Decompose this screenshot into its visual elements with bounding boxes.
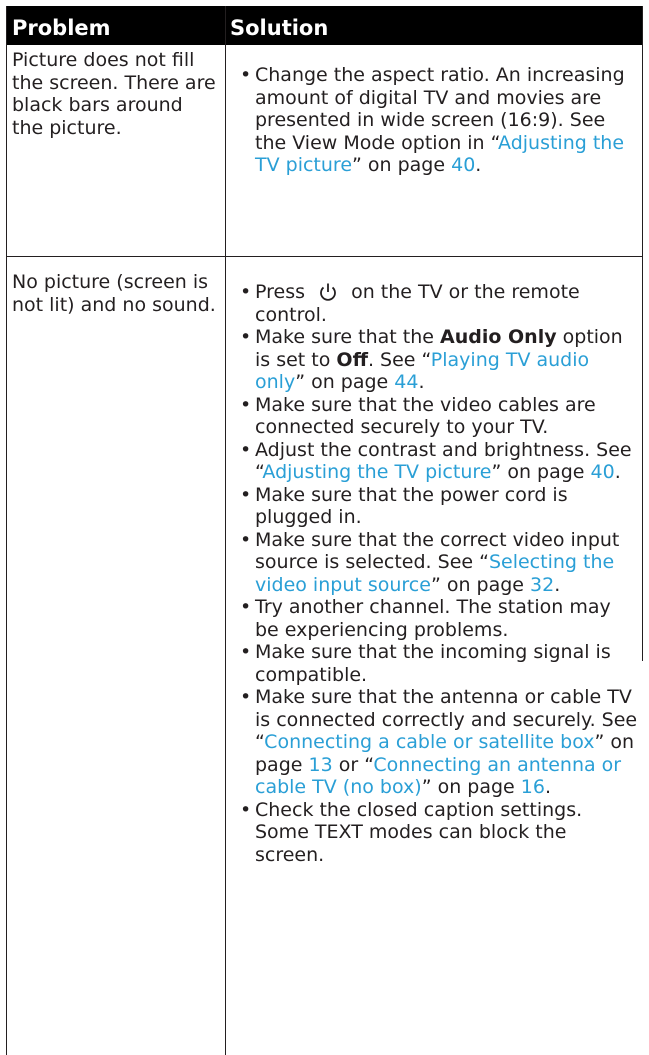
header-problem: Problem [12,16,111,40]
bullet: • [240,686,252,708]
bullet: • [240,393,252,416]
link-adjusting-tv-picture[interactable]: Adjusting the TV picture [262,461,491,483]
bullet: • [240,641,252,663]
bullet: • [240,438,252,461]
list-item: • Adjust the contrast and brightness. Se… [240,438,632,484]
list-item: • Make sure that the correct video input… [240,528,620,596]
problem-cell-1: Picture does not fill the screen. There … [12,49,216,139]
problem-cell-2: No picture (screen is not lit) and no so… [12,271,216,316]
page-link[interactable]: 13 [309,754,333,776]
list-item: • Try another channel. The station may b… [240,596,611,641]
power-icon [317,282,339,302]
list-item: • Make sure that the Audio Only option i… [240,326,623,393]
page-link[interactable]: 32 [530,574,554,596]
bullet: • [240,528,252,551]
page-link[interactable]: 40 [591,461,615,483]
header-solution: Solution [230,16,329,40]
bullet: • [240,798,252,821]
link-connecting-cable-satellite-box[interactable]: Connecting a cable or satellite box [264,731,594,753]
table-border-left [6,6,7,1055]
bullet: • [240,483,252,506]
list-item: • Make sure that the antenna or cable TV… [240,686,638,798]
page-link[interactable]: 16 [521,776,545,798]
solution-list-1: • Change the aspect ratio. An increasing… [226,64,638,177]
list-item: • Make sure that the video cables are co… [240,393,596,439]
list-item: • Make sure that the power cord is plugg… [240,483,568,529]
solution-list-2: • Press on the TV or the remote control.… [226,281,638,866]
row-divider [6,256,643,257]
page-link[interactable]: 44 [394,371,418,393]
page-link[interactable]: 40 [451,154,475,176]
list-item: • Make sure that the incoming signal is … [240,641,611,686]
bullet: • [240,281,252,303]
bullet: • [240,64,252,86]
troubleshooting-table: Problem Solution Picture does not fill t… [0,0,649,1055]
list-item: • Check the closed caption settings. Som… [240,798,583,866]
list-item: • Change the aspect ratio. An increasing… [240,64,625,176]
bullet: • [240,326,252,348]
list-item: • Press on the TV or the remote control. [240,281,580,326]
bullet: • [240,596,252,618]
table-header: Problem Solution [6,6,643,45]
table-border-right [642,6,643,661]
